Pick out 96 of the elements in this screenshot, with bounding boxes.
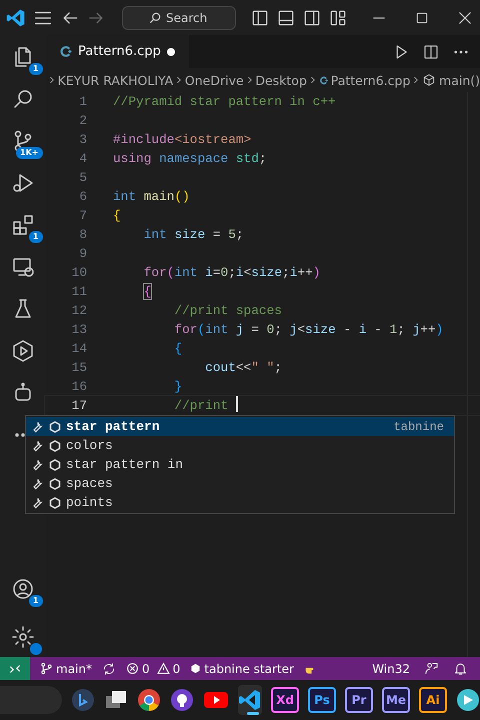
cpp-file-icon <box>318 74 328 86</box>
app-tile[interactable]: Ai <box>419 687 447 713</box>
breadcrumb[interactable]: Pattern6.cpp <box>330 72 410 88</box>
sync-icon[interactable] <box>102 662 116 676</box>
line-number: 17 <box>70 397 88 415</box>
chevron-icon <box>176 75 182 85</box>
app-icon[interactable] <box>456 688 480 712</box>
code-line: { <box>173 340 182 358</box>
line-number: 13 <box>70 321 88 339</box>
line-number: 5 <box>78 169 88 187</box>
error-icon <box>126 662 139 675</box>
code-line: { <box>142 283 152 301</box>
code-line: int main() <box>113 188 190 206</box>
chrome-icon[interactable] <box>137 688 161 712</box>
split-editor-icon[interactable] <box>422 42 440 60</box>
chevron-icon <box>310 75 316 85</box>
code-line: #include<iostream> <box>113 131 252 149</box>
notifications-icon[interactable] <box>453 661 468 676</box>
code-line: { <box>113 207 121 225</box>
breadcrumb[interactable]: KEYUR RAKHOLIYA <box>58 72 174 88</box>
toggle-secondary-sidebar-icon[interactable] <box>302 8 322 28</box>
branch-icon <box>40 662 53 675</box>
line-number: 7 <box>78 207 88 225</box>
line-number: 9 <box>78 245 88 263</box>
line-number: 1 <box>78 93 88 111</box>
platform-status[interactable]: Win32 <box>372 662 410 676</box>
count-badge: 1 <box>28 231 42 243</box>
cube-icon[interactable] <box>422 73 436 87</box>
feedback-icon[interactable] <box>424 661 439 676</box>
line-number: 6 <box>78 188 88 206</box>
app-tile[interactable]: Ps <box>308 687 336 713</box>
warning-icon <box>156 662 170 675</box>
line-number: 2 <box>78 112 88 130</box>
video-player-icon[interactable] <box>203 690 229 710</box>
line-number: 11 <box>70 283 88 301</box>
hexagon-icon <box>190 663 202 674</box>
breadcrumb[interactable]: OneDrive <box>184 72 244 88</box>
extensions-icon[interactable] <box>10 213 34 237</box>
suggestion-item[interactable]: colors <box>26 436 454 455</box>
line-number: 14 <box>70 340 88 358</box>
settings-icon[interactable] <box>10 625 34 649</box>
editor-tab[interactable]: Pattern6.cpp <box>45 35 189 68</box>
chevron-icon <box>49 75 55 85</box>
suggestion-item[interactable]: star pattern in <box>26 455 454 474</box>
app-tile[interactable]: Me <box>382 687 410 713</box>
layout-icon[interactable] <box>328 8 348 28</box>
suggestion-item[interactable]: spaces <box>26 474 454 493</box>
line-number: 4 <box>78 150 88 168</box>
code-line: using namespace std; <box>113 150 267 168</box>
account-icon[interactable] <box>10 577 34 601</box>
hexagon-icon <box>49 496 61 508</box>
count-badge: 1 <box>28 63 42 75</box>
bing-icon[interactable] <box>71 688 95 712</box>
count-badge: 1K+ <box>16 147 42 159</box>
line-number: 3 <box>78 131 88 149</box>
hexagon-play-icon[interactable] <box>10 339 34 363</box>
code-line: //print spaces <box>173 302 282 320</box>
app-tile[interactable]: Pr <box>345 687 373 713</box>
line-number: 12 <box>70 302 88 320</box>
code-line: //Pyramid star pattern in c++ <box>113 93 336 111</box>
search-input[interactable]: Search <box>166 10 210 24</box>
chevron-icon <box>246 75 252 85</box>
suggestion-item[interactable]: points <box>26 493 454 512</box>
code-line: cout<<" "; <box>204 359 282 377</box>
breadcrumb[interactable]: Desktop <box>255 72 307 88</box>
cpp-file-icon <box>59 45 72 58</box>
line-number: 15 <box>70 359 88 377</box>
code-line: } <box>173 378 182 396</box>
search-field[interactable]: Search <box>122 6 236 30</box>
suggestion-item[interactable]: star pattern tabnine <box>26 417 454 436</box>
code-line: for(int j = 0; j<size - i - 1; j++) <box>173 321 444 339</box>
line-number: 8 <box>78 226 88 244</box>
code-line: //print <box>173 397 230 415</box>
toggle-sidebar-icon[interactable] <box>250 8 270 28</box>
code-editor-logo <box>6 8 26 28</box>
toggle-panel-icon[interactable] <box>276 8 296 28</box>
hexagon-icon <box>49 420 61 432</box>
tabnine-status[interactable]: tabnine starter <box>204 662 294 676</box>
app-tile[interactable]: Xd <box>271 687 299 713</box>
error-count[interactable]: 0 <box>142 662 150 676</box>
warning-count[interactable]: 0 <box>172 662 180 676</box>
line-number: 16 <box>70 378 88 396</box>
line-number: 10 <box>70 264 88 282</box>
branch-status[interactable]: main* <box>56 662 92 676</box>
code-editor-icon[interactable] <box>238 688 262 712</box>
suggestion-source: tabnine <box>394 420 445 434</box>
text-cursor <box>236 396 238 412</box>
chevron-icon <box>413 75 420 85</box>
hexagon-icon <box>49 440 61 452</box>
code-line: int size = 5; <box>142 226 244 244</box>
code-line: for(int i=0;i<size;i++) <box>142 264 320 282</box>
search-icon <box>148 10 162 24</box>
breadcrumb[interactable]: main() <box>439 72 480 88</box>
hexagon-icon <box>49 458 61 470</box>
count-badge: 1 <box>28 595 42 607</box>
hexagon-icon <box>49 478 61 490</box>
